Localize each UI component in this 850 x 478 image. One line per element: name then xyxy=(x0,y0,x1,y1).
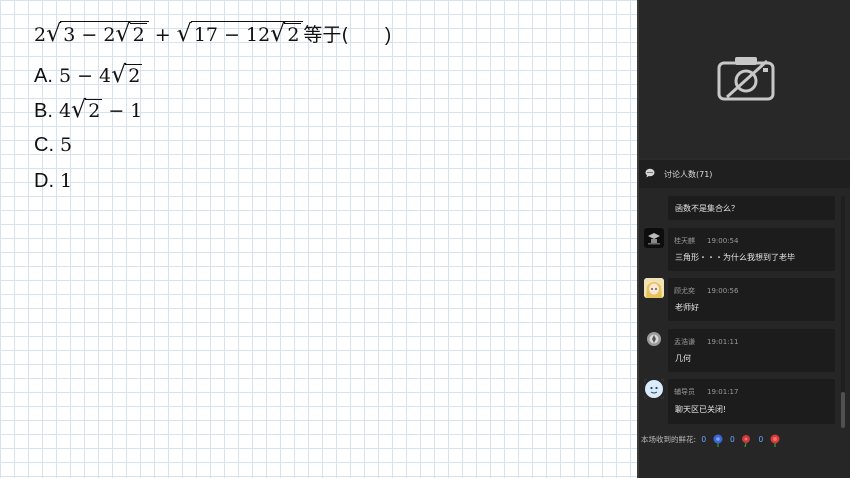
option-c: C. 5 xyxy=(34,134,73,156)
radical-1: 3 − 2√ 2 xyxy=(60,21,149,48)
whiteboard: 2√ 3 − 2√ 2 + √ 17 − 12√ 2 等于() A. 5 − 4√ 2 B.… xyxy=(0,0,637,478)
chat-username: 顾尤奕 xyxy=(674,287,695,295)
chat-bubble-icon xyxy=(645,168,655,178)
avatar xyxy=(644,228,664,248)
camera-panel xyxy=(639,0,850,158)
blue-flower-icon[interactable] xyxy=(711,433,725,447)
flowers-received: 本场收到的鲜花: 0 0 0 xyxy=(641,433,782,447)
chat-username: 辅导员 xyxy=(674,388,695,396)
flowers-label: 本场收到的鲜花: xyxy=(641,435,697,444)
question-line: 2√ 3 − 2√ 2 + √ 17 − 12√ 2 等于() xyxy=(34,19,392,48)
radical-2: 17 − 12√ 2 xyxy=(190,21,304,48)
chat-message: 辅导员 19:01:17 聊天区已关闭! xyxy=(668,379,835,424)
avatar xyxy=(644,379,664,399)
chat-message: 孟浩谦 19:01:11 几何 xyxy=(668,329,835,372)
option-d: D. 1 xyxy=(34,170,73,192)
chat-header: 讨论人数(71) xyxy=(639,160,850,188)
chat-username: 桂天麒 xyxy=(674,237,695,245)
chat-message: 函数不是集合么？ xyxy=(668,196,835,220)
chat-time: 19:01:11 xyxy=(707,338,739,346)
red-flower-icon[interactable] xyxy=(739,433,753,447)
chat-time: 19:01:17 xyxy=(707,388,739,396)
rose-flower-icon[interactable] xyxy=(768,433,782,447)
chat-panel: 讨论人数(71) 函数不是集合么？ 桂天麒 19:00:54 三角形・・・为什么我… xyxy=(639,160,850,478)
chat-message: 顾尤奕 19:00:56 老师好 xyxy=(668,278,835,321)
avatar xyxy=(644,329,664,349)
camera-off-icon xyxy=(717,57,775,101)
chat-time: 19:00:56 xyxy=(707,287,739,295)
option-b: B. 4√ 2 − 1 xyxy=(34,95,143,123)
chat-message: 桂天麒 19:00:54 三角形・・・为什么我想到了老毕 xyxy=(668,228,835,271)
question-close-paren: ) xyxy=(384,25,392,46)
option-a: A. 5 − 4√ 2 xyxy=(34,60,143,88)
flower-count-blue: 0 xyxy=(701,435,707,444)
question-suffix: 等于( xyxy=(303,24,349,46)
flower-count-rose: 0 xyxy=(758,435,764,444)
plus-sign: + xyxy=(154,24,171,46)
flower-count-red: 0 xyxy=(729,435,735,444)
discussion-count: 讨论人数(71) xyxy=(664,170,713,179)
avatar xyxy=(644,278,664,298)
question-coef: 2 xyxy=(34,24,47,46)
chat-scrollbar-thumb[interactable] xyxy=(841,392,845,428)
chat-time: 19:00:54 xyxy=(707,237,739,245)
chat-username: 孟浩谦 xyxy=(674,338,695,346)
